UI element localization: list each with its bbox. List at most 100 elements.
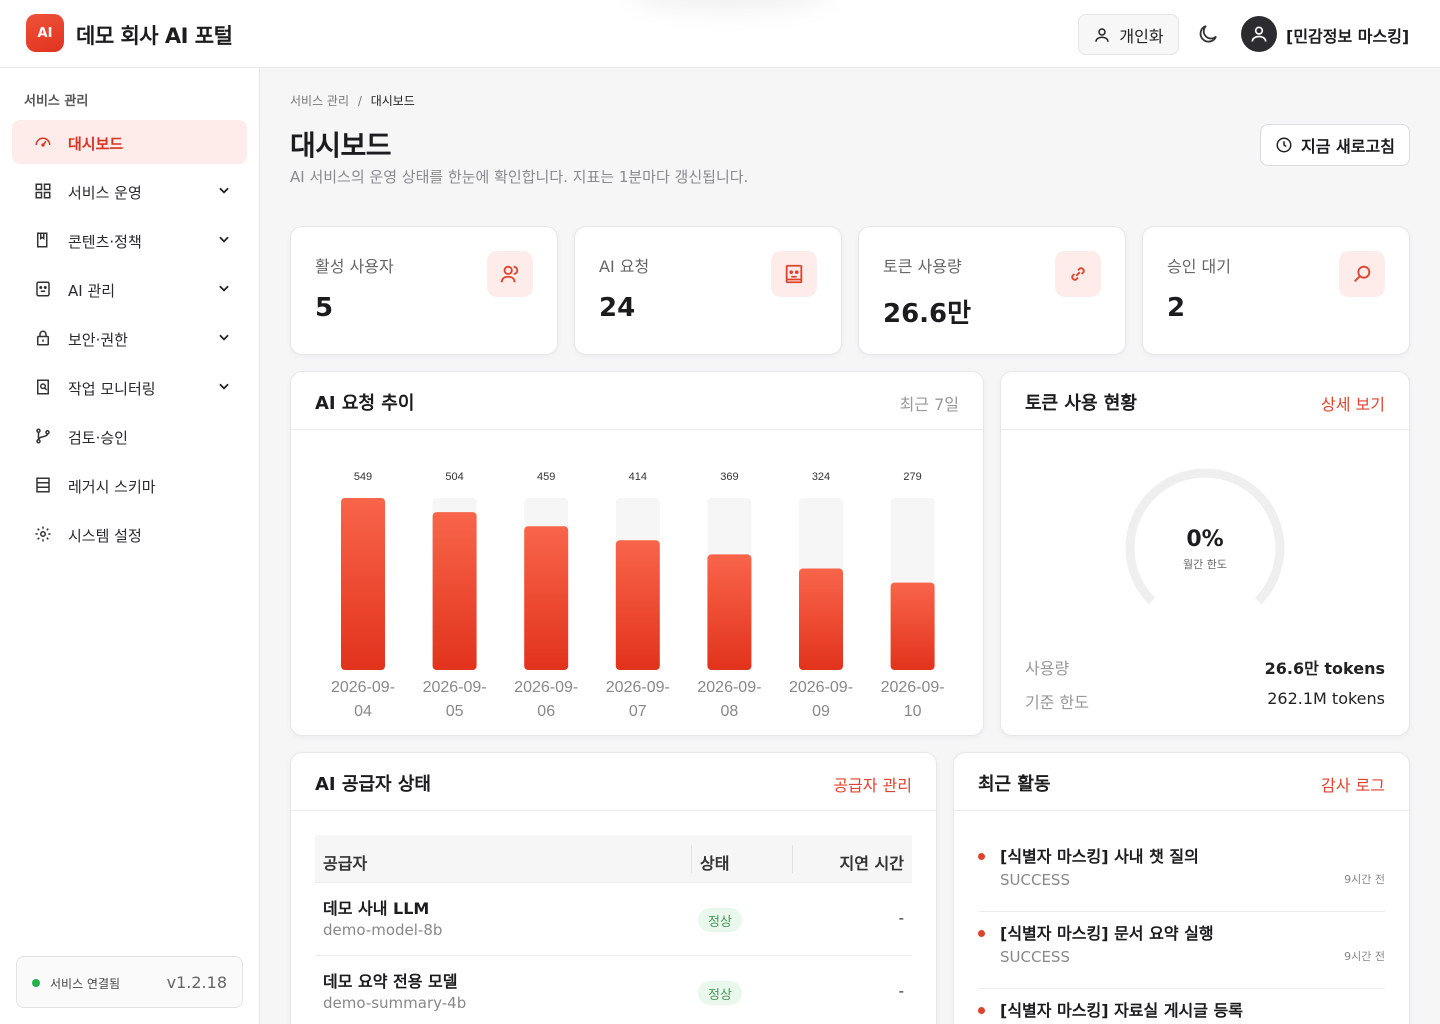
token-usage-card: 토큰 사용 현황 상세 보기 0% 월간 한도 사용량 26.6만 tokens… — [1000, 371, 1410, 736]
lock-icon — [37, 330, 49, 346]
manage-providers-link[interactable]: 공급자 관리 — [833, 772, 912, 796]
activity-dot — [978, 853, 985, 860]
provider-model: demo-summary-4b — [323, 994, 467, 1012]
sidebar-item-service-ops[interactable]: 서비스 운영 — [12, 169, 247, 213]
bar[interactable] — [799, 568, 843, 670]
kpi-label: 활성 사용자 — [315, 257, 394, 276]
app-title[interactable]: 데모 회사 AI 포털 — [76, 20, 233, 50]
personalize-button[interactable]: 개인화 — [1078, 14, 1179, 55]
breadcrumb-parent[interactable]: 서비스 관리 — [290, 94, 349, 108]
activity-title: [식별자 마스킹] 사내 챗 질의 — [1000, 847, 1199, 866]
column-divider — [691, 845, 692, 873]
chevron-down-icon[interactable] — [217, 281, 231, 295]
latency-value: - — [898, 909, 904, 927]
bar[interactable] — [432, 512, 477, 670]
logo-badge[interactable]: AI — [26, 14, 64, 52]
activity-status: SUCCESS — [1000, 871, 1070, 889]
requests-chart-card: AI 요청 추이 최근 7일 549 2026-09-04 504 2026-09-0… — [290, 371, 984, 736]
tick-label: 2026-09-06 — [514, 679, 578, 720]
activity-time: 9시간 전 — [1344, 873, 1385, 886]
breadcrumb-separator: / — [357, 94, 362, 108]
column-header-status[interactable]: 상태 — [700, 850, 729, 874]
kpi-label: AI 요청 — [599, 257, 650, 276]
link-icon — [1055, 251, 1101, 297]
user-avatar-icon — [1251, 26, 1267, 42]
list-item[interactable]: [식별자 마스킹] 사내 챗 질의 SUCCESS 9시간 전 — [978, 835, 1385, 912]
header-glow — [630, 0, 830, 10]
audit-log-link[interactable]: 감사 로그 — [1321, 772, 1385, 796]
sidebar-section-title: 서비스 관리 — [24, 94, 89, 109]
sidebar-item-job-monitoring[interactable]: 작업 모니터링 — [12, 365, 247, 409]
book-icon — [37, 232, 48, 248]
activity-dot — [978, 1007, 985, 1014]
bar[interactable] — [341, 498, 385, 670]
latency-value: - — [898, 982, 904, 1000]
sidebar-item-ai-management[interactable]: AI 관리 — [12, 267, 247, 311]
sidebar-item-label: 시스템 설정 — [68, 527, 142, 545]
sidebar-item-label: 검토·승인 — [68, 429, 128, 447]
list-item[interactable]: [식별자 마스킹] 문서 요약 실행 SUCCESS 9시간 전 — [978, 912, 1385, 989]
monitor-search-icon — [37, 379, 49, 395]
kpi-card-pending-approval[interactable]: 승인 대기 2 — [1142, 226, 1410, 355]
tick-label: 2026-09-08 — [697, 679, 761, 720]
table-row[interactable]: 데모 요약 전용 모델 demo-summary-4b 정상 - — [315, 956, 912, 1024]
tick-label: 2026-09-10 — [881, 679, 945, 720]
chevron-down-icon[interactable] — [217, 330, 231, 344]
bar[interactable] — [524, 526, 569, 670]
sidebar: 서비스 관리 대시보드 서비스 운영 콘텐츠·정책 AI 관리 보안·권한 작업… — [0, 68, 260, 1024]
tick-label: 2026-09-07 — [606, 679, 670, 720]
data-label: 414 — [629, 471, 647, 483]
table-row[interactable]: 데모 사내 LLM demo-model-8b 정상 - — [315, 883, 912, 956]
avatar[interactable] — [1241, 16, 1277, 52]
chevron-down-icon[interactable] — [217, 183, 231, 197]
refresh-button[interactable]: 지금 새로고침 — [1260, 124, 1410, 166]
version-label: v1.2.18 — [166, 973, 227, 992]
card-header: AI 요청 추이 최근 7일 — [291, 372, 983, 430]
activity-title: [식별자 마스킹] 문서 요약 실행 — [1000, 924, 1214, 943]
user-icon — [1095, 27, 1110, 42]
gauge-value: 0% — [1186, 527, 1224, 552]
users-icon — [487, 251, 533, 297]
chevron-down-icon[interactable] — [217, 232, 231, 246]
robot-icon — [36, 281, 50, 297]
sidebar-item-system-settings[interactable]: 시스템 설정 — [12, 512, 247, 556]
kpi-value: 2 — [1167, 293, 1186, 323]
kpi-card-active-users[interactable]: 활성 사용자 5 — [290, 226, 558, 355]
kpi-card-token-usage[interactable]: 토큰 사용량 26.6만 — [858, 226, 1126, 355]
kpi-label: 토큰 사용량 — [883, 257, 962, 276]
user-name[interactable]: [민감정보 마스킹] — [1286, 23, 1409, 47]
column-header-provider[interactable]: 공급자 — [323, 850, 367, 874]
card-title: AI 공급자 상태 — [315, 774, 431, 795]
kpi-card-ai-requests[interactable]: AI 요청 24 — [574, 226, 842, 355]
usage-value: 26.6만 tokens — [1264, 659, 1385, 678]
sidebar-item-review-approval[interactable]: 검토·승인 — [12, 414, 247, 458]
activity-status: SUCCESS — [1000, 948, 1070, 966]
sidebar-item-label: 작업 모니터링 — [68, 380, 156, 398]
bar[interactable] — [615, 540, 660, 670]
list-item[interactable]: [식별자 마스킹] 자료실 게시글 등록 — [978, 989, 1385, 1024]
bar[interactable] — [707, 554, 752, 670]
status-text: 서비스 연결됨 — [50, 977, 121, 991]
sidebar-item-label: 서비스 운영 — [68, 184, 142, 202]
chevron-down-icon[interactable] — [217, 379, 231, 393]
status-dot — [32, 979, 40, 987]
page-description: AI 서비스의 운영 상태를 한눈에 확인합니다. 지표는 1분마다 갱신됩니다… — [290, 168, 749, 186]
limit-label: 기준 한도 — [1025, 693, 1089, 712]
gear-icon — [35, 526, 51, 542]
status-badge: 정상 — [698, 981, 742, 1005]
sidebar-item-security[interactable]: 보안·권한 — [12, 316, 247, 360]
activity-title: [식별자 마스킹] 자료실 게시글 등록 — [1000, 1001, 1243, 1020]
sidebar-item-content-policy[interactable]: 콘텐츠·정책 — [12, 218, 247, 262]
kpi-value: 26.6만 — [883, 299, 972, 329]
recent-activity-card: 최근 활동 감사 로그 [식별자 마스킹] 사내 챗 질의 SUCCESS 9시… — [953, 752, 1410, 1024]
kpi-value: 5 — [315, 293, 334, 323]
column-header-latency[interactable]: 지연 시간 — [840, 850, 904, 874]
moon-icon[interactable] — [1196, 22, 1220, 46]
sidebar-item-legacy-schema[interactable]: 레거시 스키마 — [12, 463, 247, 507]
refresh-label: 지금 새로고침 — [1301, 137, 1395, 156]
bar[interactable] — [890, 582, 935, 670]
kpi-value: 24 — [599, 293, 636, 323]
breadcrumb-current: 대시보드 — [370, 94, 415, 108]
data-label: 369 — [720, 471, 738, 483]
sidebar-item-dashboard[interactable]: 대시보드 — [12, 120, 247, 164]
